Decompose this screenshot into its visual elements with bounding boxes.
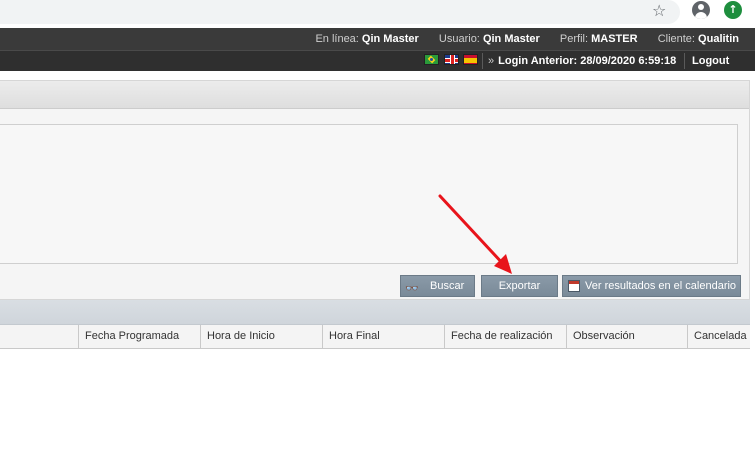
filter-panel: 👓 Buscar Exportar Ver resultados en el c… [0, 80, 750, 300]
online-label: En línea: [315, 33, 359, 45]
column-hora-final[interactable]: Hora Final [322, 325, 444, 348]
binoculars-icon: 👓 [405, 282, 419, 295]
online-value: Qin Master [361, 33, 419, 45]
export-button[interactable]: Exportar [481, 275, 558, 297]
session-info-bar: En línea: Qin Master Usuario: Qin Master… [0, 28, 755, 50]
user-label: Usuario: [438, 33, 480, 45]
app-window: ☆ ↑ En línea: Qin Master Usuario: Qin Ma… [0, 0, 755, 465]
calendar-results-label: Ver resultados en el calendario [585, 280, 737, 292]
user-value: Qin Master [482, 33, 540, 45]
uk-flag-icon[interactable] [444, 54, 459, 65]
spain-flag-icon[interactable] [463, 54, 478, 65]
search-button[interactable]: 👓 Buscar [400, 275, 475, 297]
calendar-results-button[interactable]: Ver resultados en el calendario [562, 275, 741, 297]
table-header: Fecha Programada Hora de Inicio Hora Fin… [0, 325, 750, 349]
column-fecha-programada[interactable]: Fecha Programada [78, 325, 200, 348]
last-login-text: Login Anterior: 28/09/2020 6:59:18 [498, 55, 677, 67]
column-observacion[interactable]: Observación [566, 325, 687, 348]
column-fecha-realizacion[interactable]: Fecha de realización [444, 325, 566, 348]
calendar-icon [568, 280, 580, 292]
filter-area [0, 124, 738, 264]
divider [482, 53, 483, 69]
session-info: En línea: Qin Master Usuario: Qin Master… [315, 28, 739, 50]
panel-header [0, 81, 749, 109]
export-button-label: Exportar [498, 280, 541, 292]
divider [684, 53, 685, 69]
user-actions-bar: » Login Anterior: 28/09/2020 6:59:18 Logo… [0, 50, 755, 71]
chevron-right-icon: » [488, 55, 495, 67]
column-hora-inicio[interactable]: Hora de Inicio [200, 325, 322, 348]
client-label: Cliente: [657, 33, 695, 45]
grid-title-bar [0, 300, 750, 325]
update-arrow-icon[interactable]: ↑ [724, 1, 742, 19]
logout-link[interactable]: Logout [692, 51, 729, 71]
search-button-label: Buscar [430, 280, 465, 292]
brazil-flag-icon[interactable] [424, 54, 439, 65]
address-bar[interactable] [0, 0, 680, 24]
column-cancelada[interactable]: Cancelada [687, 325, 747, 348]
bookmark-star-icon[interactable]: ☆ [652, 2, 666, 20]
table-body [0, 349, 750, 465]
profile-label: Perfil: [559, 33, 589, 45]
browser-toolbar: ☆ ↑ [0, 0, 755, 28]
account-icon[interactable] [692, 1, 710, 19]
client-value: Qualitin [698, 33, 739, 45]
last-login: » Login Anterior: 28/09/2020 6:59:18 [488, 51, 676, 71]
profile-value: MASTER [591, 33, 638, 45]
